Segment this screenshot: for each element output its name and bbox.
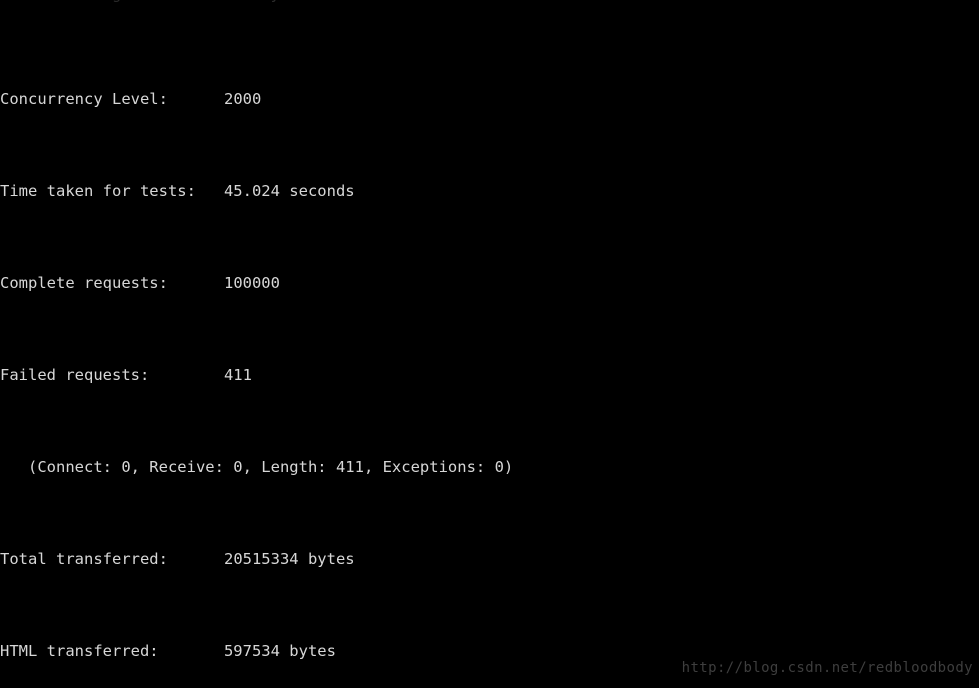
concurrency-level-label: Concurrency Level:	[0, 90, 168, 108]
time-taken-value: 45.024 seconds	[223, 182, 355, 200]
pad	[168, 550, 224, 568]
failed-requests-value: 411	[223, 366, 252, 384]
pad	[196, 182, 224, 200]
html-transferred-value: 597534 bytes	[223, 642, 336, 660]
line-total-transferred: Total transferred: 20515334 bytes	[0, 548, 979, 571]
total-transferred-value: 20515334 bytes	[223, 550, 355, 568]
complete-requests-value: 100000	[223, 274, 280, 292]
clipped-previous-line: Document Length: 205 bytes	[0, 0, 979, 6]
line-concurrency-level: Concurrency Level: 2000	[0, 88, 979, 111]
line-time-taken: Time taken for tests: 45.024 seconds	[0, 180, 979, 203]
pad	[168, 274, 224, 292]
time-taken-label: Time taken for tests:	[0, 182, 196, 200]
pad	[168, 90, 224, 108]
line-complete-requests: Complete requests: 100000	[0, 272, 979, 295]
terminal-lines: Concurrency Level: 2000 Time taken for t…	[0, 19, 979, 688]
line-failed-breakdown: (Connect: 0, Receive: 0, Length: 411, Ex…	[0, 458, 514, 476]
line-failed-requests: Failed requests: 411	[0, 364, 979, 387]
terminal-output[interactable]: Document Length: 205 bytes Concurrency L…	[0, 0, 979, 688]
html-transferred-label: HTML transferred:	[0, 642, 159, 660]
watermark-url: http://blog.csdn.net/redbloodbody	[681, 660, 973, 676]
pad	[149, 366, 224, 384]
total-transferred-label: Total transferred:	[0, 550, 168, 568]
failed-requests-label: Failed requests:	[0, 366, 150, 384]
complete-requests-label: Complete requests:	[0, 274, 168, 292]
concurrency-level-value: 2000	[223, 90, 262, 108]
pad	[159, 642, 224, 660]
